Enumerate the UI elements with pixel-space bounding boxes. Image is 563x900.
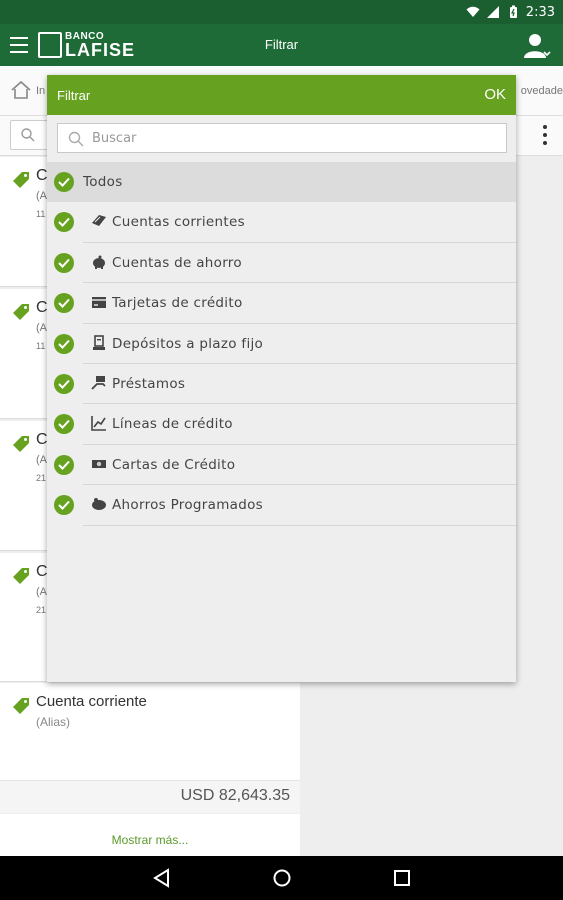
filter-option-scheduled-savings[interactable]: Ahorros Programados xyxy=(47,485,516,526)
checked-icon[interactable] xyxy=(54,333,74,354)
checkbook-tag-icon xyxy=(13,436,29,452)
background-search-field[interactable] xyxy=(10,120,50,150)
home-nav-icon[interactable] xyxy=(272,868,292,888)
checked-icon[interactable] xyxy=(54,172,74,192)
checked-icon[interactable] xyxy=(54,252,74,273)
home-icon[interactable] xyxy=(10,80,32,100)
account-balance: USD 82,643.35 xyxy=(180,787,290,804)
filter-title: Filtrar xyxy=(57,88,91,103)
checked-icon[interactable] xyxy=(54,212,74,233)
filter-option-credit-lines[interactable]: Líneas de crédito xyxy=(47,404,516,445)
status-bar: 2:33 xyxy=(0,0,563,24)
filter-search-field xyxy=(57,123,507,153)
user-profile-icon[interactable] xyxy=(523,32,551,60)
battery-icon xyxy=(509,5,517,18)
news-tab[interactable]: ovedade xyxy=(521,85,563,97)
account-card[interactable]: C (A 11 xyxy=(0,289,48,419)
filter-header: Filtrar OK xyxy=(47,75,516,115)
more-options-icon[interactable] xyxy=(543,125,549,147)
checked-icon[interactable] xyxy=(54,414,74,435)
piggy-bank-icon xyxy=(93,255,105,269)
back-icon[interactable] xyxy=(152,868,172,888)
menu-icon[interactable] xyxy=(10,37,28,53)
checked-icon[interactable] xyxy=(54,373,74,394)
account-card[interactable]: C (A 21 xyxy=(0,553,48,682)
filter-option-credit-cards[interactable]: Tarjetas de crédito xyxy=(47,283,516,324)
account-card[interactable]: Cuenta corriente (Alias) USD 82,643.35 xyxy=(0,683,300,813)
search-icon xyxy=(21,128,35,142)
loan-icon xyxy=(91,375,106,390)
recent-apps-icon[interactable] xyxy=(392,868,412,888)
checkbook-tag-icon xyxy=(13,568,29,584)
checkbook-icon xyxy=(92,215,106,227)
account-title: Cuenta corriente xyxy=(36,693,147,710)
filter-option-checking[interactable]: Cuentas corrientes xyxy=(47,202,516,243)
system-nav-bar xyxy=(0,856,563,900)
wifi-icon xyxy=(466,6,480,17)
app-bar: BANCO LAFISE Filtrar xyxy=(0,24,563,66)
show-more-link[interactable]: Mostrar más... xyxy=(0,833,300,847)
filter-option-loans[interactable]: Préstamos xyxy=(47,364,516,405)
filter-option-savings[interactable]: Cuentas de ahorro xyxy=(47,243,516,284)
account-card[interactable]: C (A 11 xyxy=(0,157,48,287)
filter-list: Todos Cuentas corrientes Cuentas de ahor… xyxy=(47,162,516,526)
credit-card-icon xyxy=(92,297,106,309)
scheduled-savings-icon xyxy=(92,498,106,511)
bank-logo: BANCO LAFISE xyxy=(38,30,134,60)
filter-option-letters-of-credit[interactable]: Cartas de Crédito xyxy=(47,445,516,486)
status-time: 2:33 xyxy=(525,4,555,20)
account-balance-strip: USD 82,643.35 xyxy=(0,780,300,813)
show-more-container: Mostrar más... xyxy=(0,814,300,856)
checkbook-tag-icon xyxy=(13,698,29,714)
search-input[interactable] xyxy=(92,128,492,148)
checked-icon[interactable] xyxy=(54,293,74,314)
logo-map-icon xyxy=(38,32,62,58)
signal-icon xyxy=(486,6,499,18)
checkbook-tag-icon xyxy=(13,172,29,188)
search-icon xyxy=(68,131,84,147)
checkbook-tag-icon xyxy=(13,304,29,320)
breadcrumb-item[interactable]: In xyxy=(36,85,45,97)
account-alias: (Alias) xyxy=(36,715,71,729)
filter-option-all[interactable]: Todos xyxy=(47,162,516,203)
deposit-icon xyxy=(93,334,105,350)
ok-button[interactable]: OK xyxy=(484,86,506,103)
checked-icon[interactable] xyxy=(54,495,74,516)
filter-option-fixed-deposits[interactable]: Depósitos a plazo fijo xyxy=(47,324,516,364)
checked-icon[interactable] xyxy=(54,454,74,475)
banknote-icon xyxy=(92,459,106,468)
account-card[interactable]: C (A 21 xyxy=(0,421,48,551)
filter-dialog: Filtrar OK Todos Cuentas corrientes Cuen… xyxy=(47,75,516,682)
line-chart-icon xyxy=(91,416,106,432)
